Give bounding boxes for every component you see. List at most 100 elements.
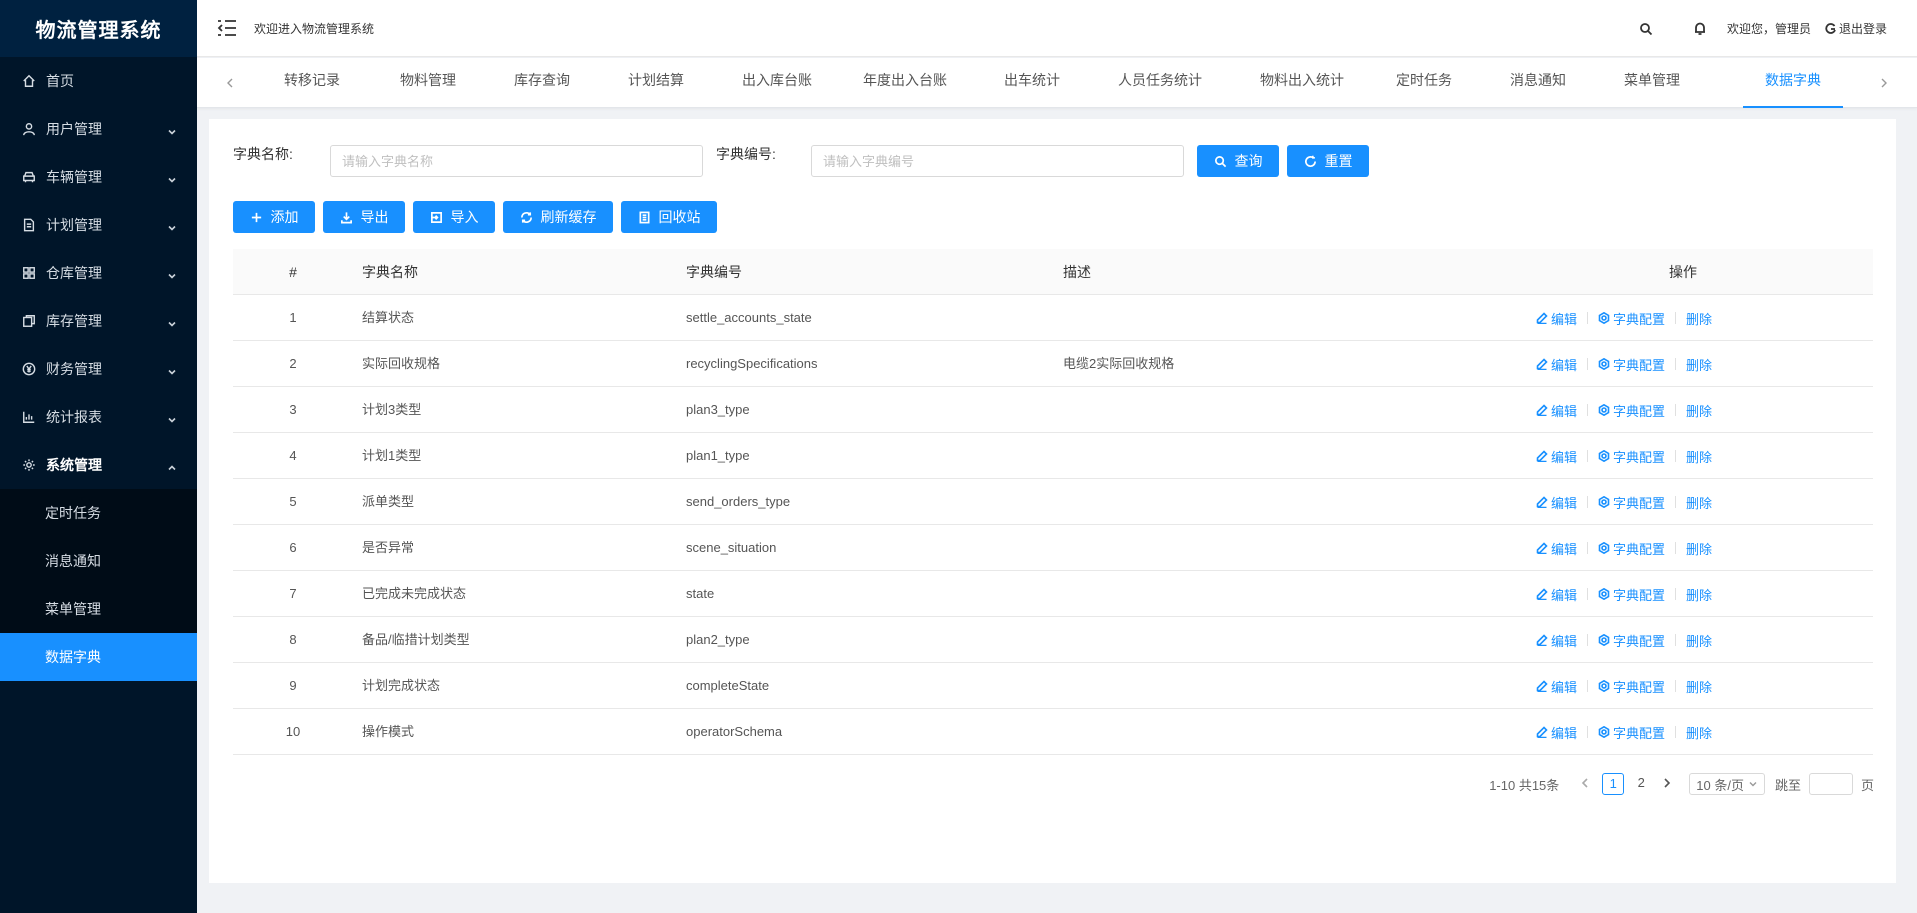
recycle-bin-button[interactable]: 回收站 <box>621 201 717 233</box>
tab-scheduled-tasks[interactable]: 定时任务 <box>1379 58 1469 108</box>
dict-config-link[interactable]: 字典配置 <box>1598 723 1665 742</box>
row-dict-name: 操作模式 <box>362 724 415 739</box>
edit-link[interactable]: 编辑 <box>1536 309 1577 328</box>
sidebar-item-menu-management[interactable]: 菜单管理 <box>0 585 197 633</box>
add-button[interactable]: 添加 <box>233 201 315 233</box>
export-button[interactable]: 导出 <box>323 201 405 233</box>
sidebar-item-warehouse[interactable]: 仓库管理 <box>0 249 197 297</box>
page-size-select[interactable]: 10 条/页 <box>1689 773 1765 795</box>
search-icon[interactable] <box>1639 22 1653 36</box>
car-icon <box>22 170 36 184</box>
page-size-value: 10 条/页 <box>1696 777 1744 793</box>
row-dict-name: 结算状态 <box>362 310 415 325</box>
dict-config-link[interactable]: 字典配置 <box>1598 309 1665 328</box>
edit-link[interactable]: 编辑 <box>1536 401 1577 420</box>
edit-link[interactable]: 编辑 <box>1536 447 1577 466</box>
delete-link[interactable]: 删除 <box>1686 447 1712 466</box>
delete-link[interactable]: 删除 <box>1686 355 1712 374</box>
sidebar-item-vehicles[interactable]: 车辆管理 <box>0 153 197 201</box>
row-dict-code: scene_situation <box>686 540 777 555</box>
tab-inout-ledger[interactable]: 出入库台账 <box>727 58 827 108</box>
tab-vehicle-statistics[interactable]: 出车统计 <box>987 58 1077 108</box>
dict-config-link[interactable]: 字典配置 <box>1598 539 1665 558</box>
tab-material-inout-statistics[interactable]: 物料出入统计 <box>1247 58 1357 108</box>
dict-config-link[interactable]: 字典配置 <box>1598 493 1665 512</box>
tab-annual-inout-ledger[interactable]: 年度出入台账 <box>850 58 960 108</box>
tab-transfer-records[interactable]: 转移记录 <box>267 58 357 108</box>
tab-menu-management[interactable]: 菜单管理 <box>1607 58 1697 108</box>
sidebar-item-scheduled-tasks[interactable]: 定时任务 <box>0 489 197 537</box>
bell-icon[interactable] <box>1693 22 1707 36</box>
top-header: 欢迎进入物流管理系统 欢迎您，管理员 退出登录 <box>197 0 1917 57</box>
query-button[interactable]: 查询 <box>1197 145 1279 177</box>
table-row: 1 结算状态 settle_accounts_state 编辑 字典配置 删除 <box>233 295 1873 341</box>
divider <box>1587 680 1589 692</box>
sidebar-item-home[interactable]: 首页 <box>0 57 197 105</box>
row-dict-code: send_orders_type <box>686 494 791 509</box>
logout-label: 退出登录 <box>1838 22 1887 36</box>
tab-inventory-query[interactable]: 库存查询 <box>497 58 587 108</box>
jump-page-input[interactable] <box>1808 773 1853 795</box>
row-actions: 编辑 字典配置 删除 <box>1536 571 1712 617</box>
sidebar-item-system[interactable]: 系统管理 <box>0 441 197 489</box>
delete-link[interactable]: 删除 <box>1686 539 1712 558</box>
import-button[interactable]: 导入 <box>413 201 495 233</box>
delete-link[interactable]: 删除 <box>1686 677 1712 696</box>
delete-label: 删除 <box>1686 495 1713 511</box>
chevron-down-icon <box>167 268 177 279</box>
tab-plan-settlement[interactable]: 计划结算 <box>611 58 701 108</box>
settings-icon <box>1598 542 1610 554</box>
sidebar-item-finance[interactable]: 财务管理 <box>0 345 197 393</box>
edit-link[interactable]: 编辑 <box>1536 539 1577 558</box>
menu-fold-icon[interactable] <box>216 17 238 39</box>
dict-code-input[interactable] <box>811 145 1184 177</box>
divider <box>1675 450 1677 462</box>
edit-link[interactable]: 编辑 <box>1536 631 1577 650</box>
delete-link[interactable]: 删除 <box>1686 723 1712 742</box>
dict-config-link[interactable]: 字典配置 <box>1598 631 1665 650</box>
tab-data-dictionary[interactable]: 数据字典 <box>1743 58 1843 108</box>
sidebar-item-inventory[interactable]: 库存管理 <box>0 297 197 345</box>
sidebar-item-data-dictionary[interactable]: 数据字典 <box>0 633 197 681</box>
settings-icon <box>1598 404 1610 416</box>
edit-link[interactable]: 编辑 <box>1536 723 1577 742</box>
dict-name-input[interactable] <box>330 145 703 177</box>
prev-page-icon[interactable] <box>1579 777 1593 791</box>
dict-config-link[interactable]: 字典配置 <box>1598 401 1665 420</box>
divider <box>1675 312 1677 324</box>
dict-config-link[interactable]: 字典配置 <box>1598 447 1665 466</box>
logout-button[interactable]: 退出登录 <box>1825 20 1887 37</box>
next-page-icon[interactable] <box>1661 777 1675 791</box>
tab-material-management[interactable]: 物料管理 <box>383 58 473 108</box>
delete-link[interactable]: 删除 <box>1686 493 1712 512</box>
refresh-cache-button[interactable]: 刷新缓存 <box>503 201 613 233</box>
delete-link[interactable]: 删除 <box>1686 585 1712 604</box>
row-dict-name: 备品/临措计划类型 <box>362 632 470 647</box>
delete-link[interactable]: 删除 <box>1686 631 1712 650</box>
edit-link[interactable]: 编辑 <box>1536 677 1577 696</box>
dict-config-link[interactable]: 字典配置 <box>1598 585 1665 604</box>
chevron-down-icon <box>167 412 177 423</box>
sidebar-item-notifications[interactable]: 消息通知 <box>0 537 197 585</box>
chevron-down-icon <box>167 220 177 231</box>
page-number-1[interactable]: 1 <box>1602 773 1625 795</box>
page-number-2[interactable]: 2 <box>1630 773 1652 795</box>
dict-config-link[interactable]: 字典配置 <box>1598 355 1665 374</box>
sidebar-item-label: 计划管理 <box>46 217 102 233</box>
sidebar-item-users[interactable]: 用户管理 <box>0 105 197 153</box>
delete-link[interactable]: 删除 <box>1686 309 1712 328</box>
sidebar-item-plans[interactable]: 计划管理 <box>0 201 197 249</box>
tab-notifications[interactable]: 消息通知 <box>1493 58 1583 108</box>
tab-personnel-task-statistics[interactable]: 人员任务统计 <box>1105 58 1215 108</box>
user-greeting[interactable]: 欢迎您，管理员 <box>1727 20 1811 37</box>
dict-config-link[interactable]: 字典配置 <box>1598 677 1665 696</box>
reset-button[interactable]: 重置 <box>1287 145 1369 177</box>
tabs-scroll-left-icon[interactable] <box>223 76 237 90</box>
edit-link[interactable]: 编辑 <box>1536 585 1577 604</box>
edit-link[interactable]: 编辑 <box>1536 355 1577 374</box>
sidebar-item-reports[interactable]: 统计报表 <box>0 393 197 441</box>
settings-icon <box>1598 726 1610 738</box>
tabs-scroll-right-icon[interactable] <box>1877 76 1891 90</box>
edit-link[interactable]: 编辑 <box>1536 493 1577 512</box>
delete-link[interactable]: 删除 <box>1686 401 1712 420</box>
